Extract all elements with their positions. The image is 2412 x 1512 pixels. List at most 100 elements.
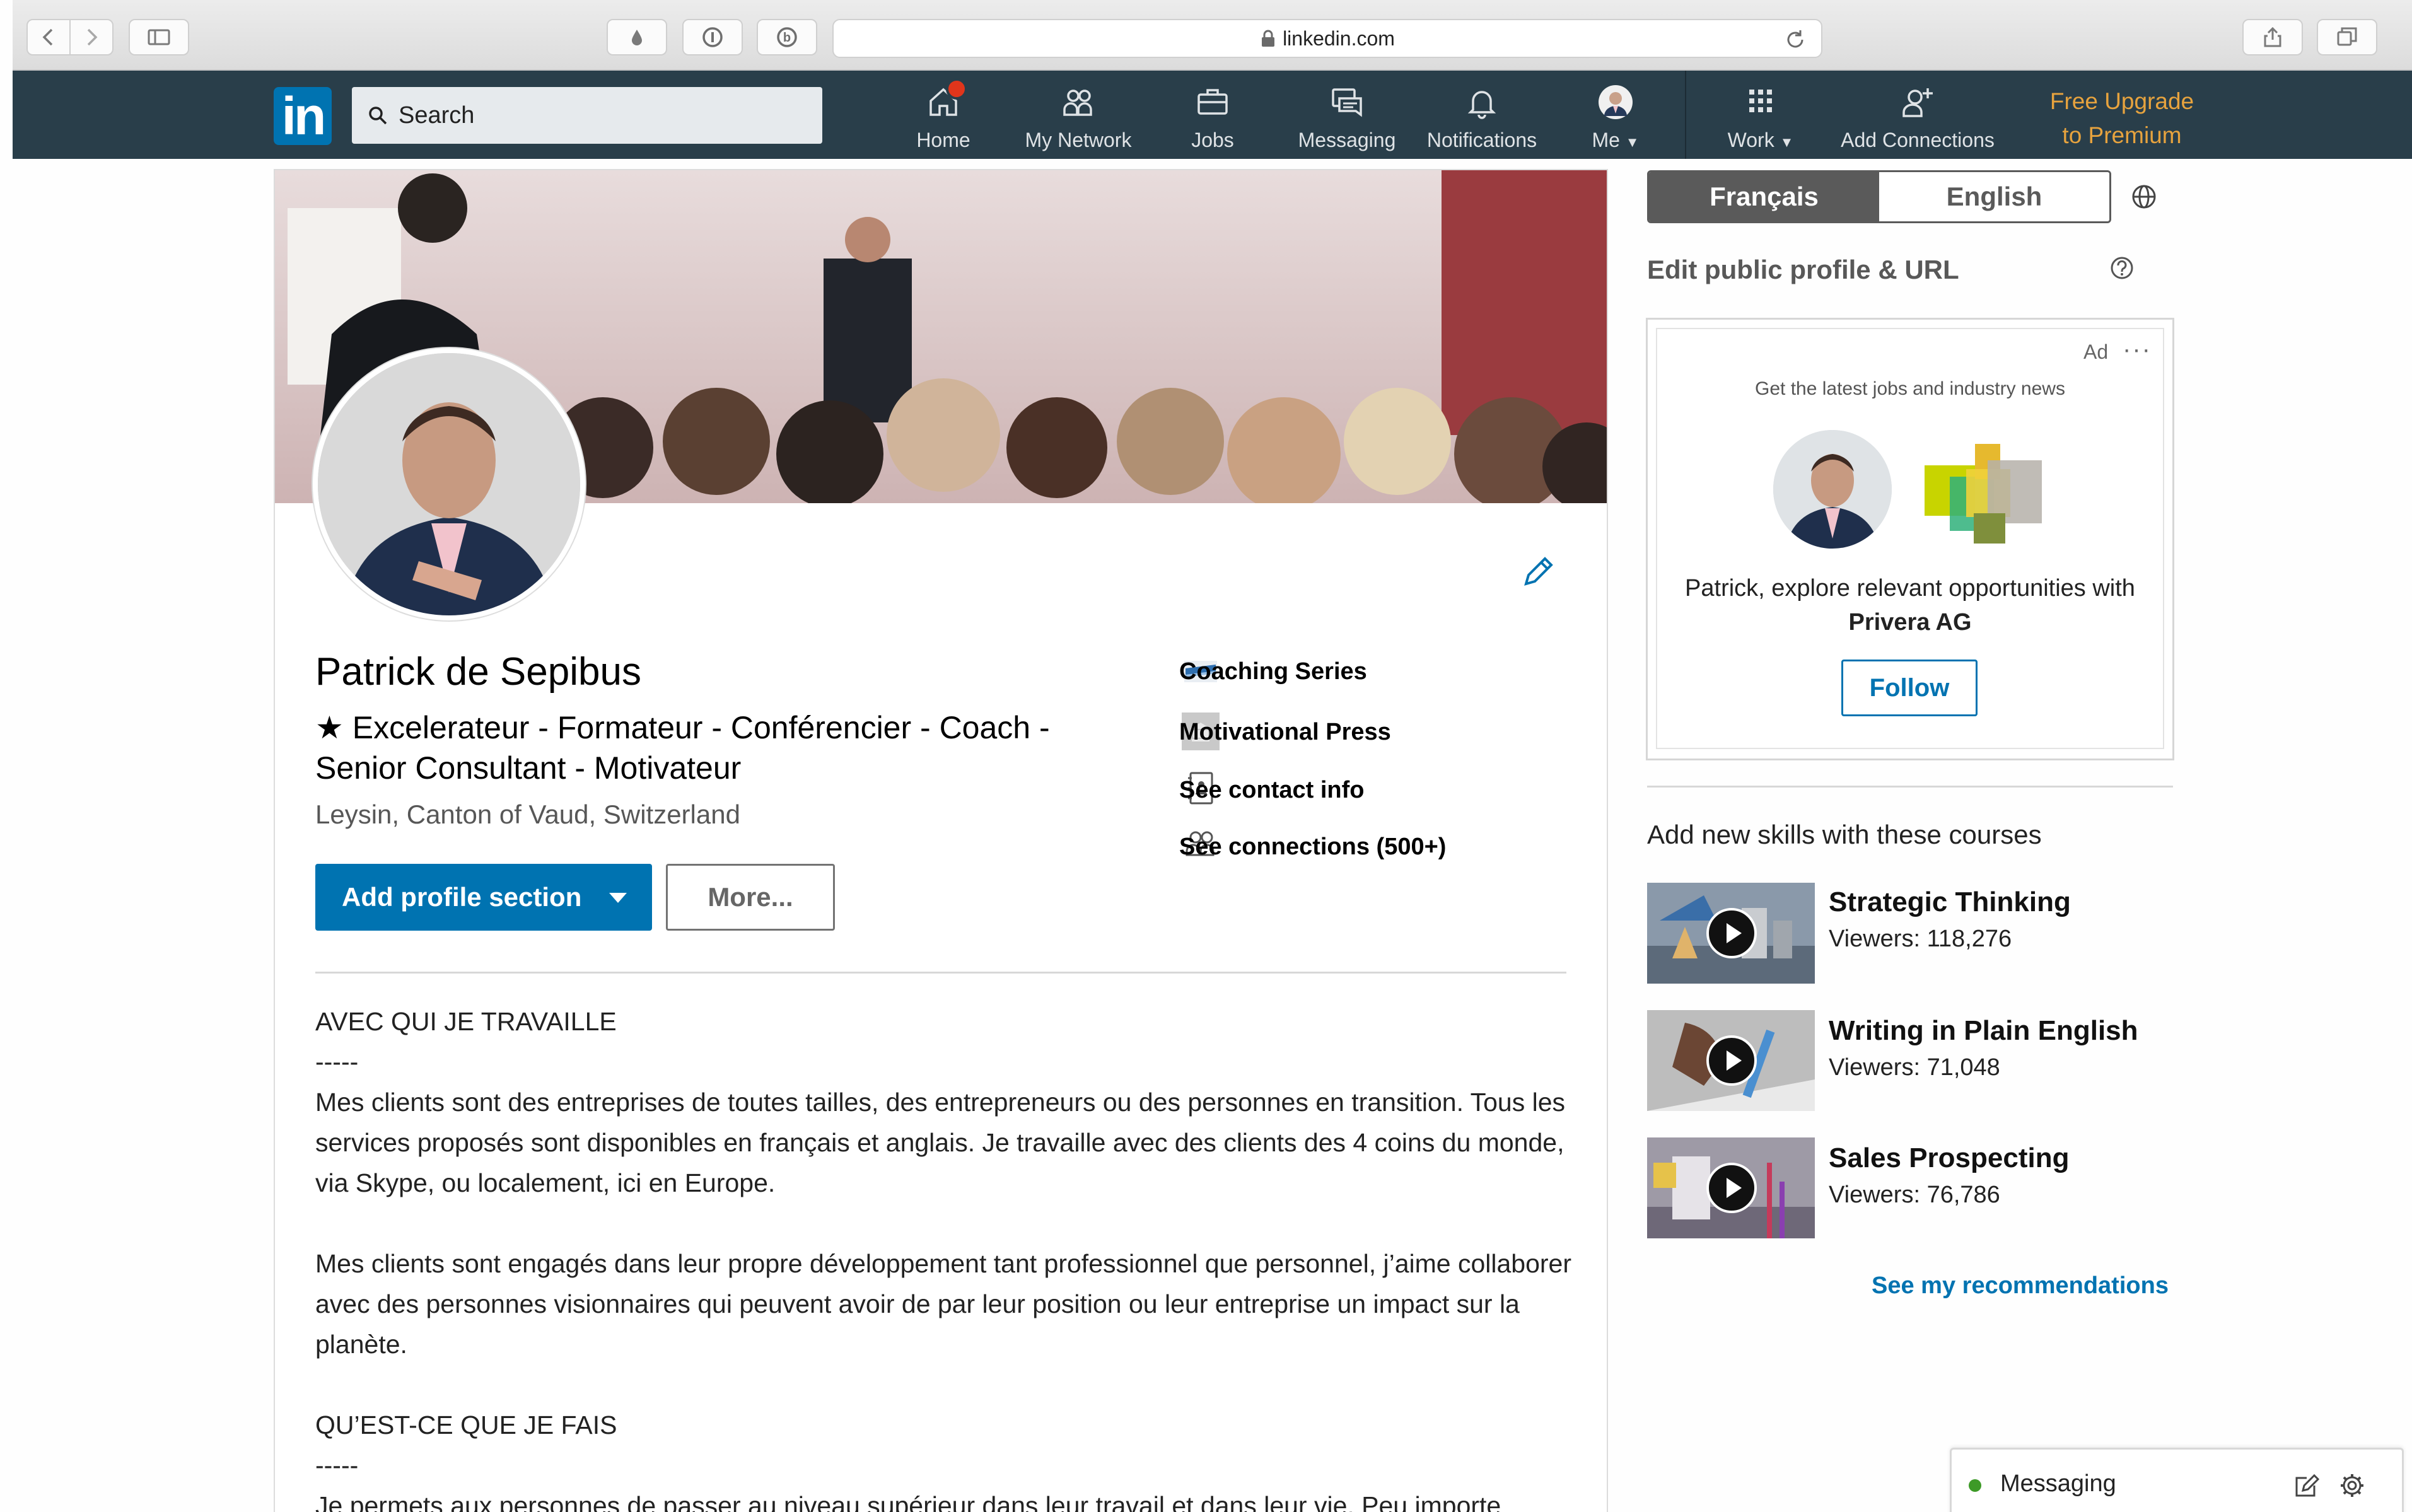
tabs-overview-button[interactable]	[2317, 19, 2377, 55]
extension-drop-button[interactable]	[607, 19, 667, 55]
course-viewers: Viewers: 118,276	[1829, 926, 2012, 952]
side-link-contact-info[interactable]: See contact info	[1179, 777, 1365, 804]
sidebar-icon	[148, 29, 170, 45]
window-edge	[0, 0, 13, 1512]
help-icon[interactable]	[2109, 255, 2135, 281]
caret-down-icon: ▼	[1625, 134, 1640, 150]
address-bar[interactable]: linkedin.com	[832, 19, 1822, 58]
play-icon[interactable]	[1706, 908, 1757, 958]
ad-company-name[interactable]: Privera AG	[1848, 609, 1971, 636]
summary-paragraph-1: Mes clients sont des entreprises de tout…	[315, 1088, 1566, 1197]
nav-work-text: Work	[1727, 129, 1774, 151]
course-title[interactable]: Sales Prospecting	[1829, 1143, 2069, 1174]
nav-add-connections[interactable]: Add Connections	[1832, 81, 2003, 155]
extension-b-button[interactable]: b	[757, 19, 817, 55]
linkedin-logo[interactable]: in	[274, 87, 332, 145]
gear-icon[interactable]	[2338, 1472, 2366, 1499]
course-viewers: Viewers: 71,048	[1829, 1054, 2000, 1081]
nav-work-label: Work ▼	[1728, 129, 1794, 152]
nav-my-network-label: My Network	[1025, 129, 1132, 151]
nav-messaging[interactable]: Messaging	[1295, 81, 1399, 155]
notification-badge	[946, 78, 967, 100]
course-viewers: Viewers: 76,786	[1829, 1182, 2000, 1208]
profile-photo[interactable]	[313, 348, 585, 620]
add-profile-section-button[interactable]: Add profile section	[315, 864, 652, 931]
language-option-french[interactable]: Français	[1649, 172, 1879, 221]
section-divider	[315, 972, 1566, 974]
nav-me-label: Me ▼	[1592, 129, 1639, 152]
nav-me[interactable]: Me ▼	[1584, 81, 1647, 155]
online-status-dot	[1969, 1479, 1981, 1492]
course-title[interactable]: Writing in Plain English	[1829, 1015, 2138, 1047]
nav-notifications[interactable]: Notifications	[1421, 81, 1542, 155]
follow-button[interactable]: Follow	[1841, 660, 1978, 716]
nav-home-label: Home	[916, 129, 970, 151]
edit-public-profile-link[interactable]: Edit public profile & URL	[1647, 255, 1959, 285]
messaging-panel-label[interactable]: Messaging	[2000, 1470, 2116, 1497]
nav-jobs[interactable]: Jobs	[1186, 81, 1240, 155]
ad-message: Patrick, explore relevant opportunities …	[1656, 571, 2164, 639]
nav-work[interactable]: Work ▼	[1723, 81, 1798, 155]
b-circle-icon: b	[777, 27, 797, 47]
nav-jobs-label: Jobs	[1191, 129, 1234, 151]
nav-divider	[1685, 71, 1686, 159]
summary-paragraph-2: Mes clients sont engagés dans leur propr…	[315, 1249, 1571, 1359]
forward-button[interactable]	[69, 19, 114, 55]
language-toggle: Français English	[1647, 170, 2111, 223]
see-recommendations-link[interactable]: See my recommendations	[1872, 1272, 2169, 1300]
sidebar-toggle-button[interactable]	[129, 19, 189, 55]
ad-member-photo	[1773, 430, 1892, 549]
summary-heading-2: QU’EST-CE QUE JE FAIS	[315, 1410, 617, 1439]
nav-notifications-label: Notifications	[1426, 129, 1537, 151]
chevron-right-icon	[87, 28, 98, 46]
premium-line-1: Free Upgrade	[2049, 88, 2194, 114]
drop-icon	[632, 30, 642, 45]
summary-paragraph-3: Je permets aux personnes de passer au ni…	[315, 1491, 1501, 1512]
messaging-icon	[1332, 88, 1362, 117]
premium-upgrade-link[interactable]: Free Upgrade to Premium	[2018, 84, 2226, 153]
edit-pencil-icon[interactable]	[1520, 552, 1558, 590]
more-button[interactable]: More...	[666, 864, 835, 931]
nav-me-text: Me	[1592, 129, 1620, 151]
chevron-left-icon	[42, 28, 53, 46]
url-text: linkedin.com	[1283, 26, 1395, 50]
language-option-english[interactable]: English	[1879, 172, 2109, 221]
play-icon[interactable]	[1706, 1035, 1757, 1086]
search-box[interactable]	[352, 87, 822, 144]
tabs-icon	[2337, 27, 2357, 46]
play-icon[interactable]	[1706, 1163, 1757, 1213]
svg-text:b: b	[783, 31, 791, 45]
lock-icon	[1262, 30, 1275, 47]
extension-password-button[interactable]	[682, 19, 743, 55]
search-input[interactable]	[399, 102, 802, 129]
ad-label: Ad	[2083, 340, 2109, 363]
profile-location: Leysin, Canton of Vaud, Switzerland	[315, 800, 740, 829]
compose-icon[interactable]	[2293, 1472, 2321, 1499]
briefcase-icon	[1197, 89, 1228, 115]
courses-heading: Add new skills with these courses	[1647, 820, 2042, 849]
side-link-connections[interactable]: See connections (500+)	[1179, 834, 1446, 861]
rail-divider	[1647, 786, 2173, 788]
share-icon	[2264, 26, 2281, 47]
caret-down-icon	[609, 893, 627, 903]
grid-icon	[1749, 90, 1772, 112]
nav-add-connections-label: Add Connections	[1841, 129, 1995, 151]
info-circle-icon	[702, 27, 723, 47]
back-button[interactable]	[26, 19, 71, 55]
privera-logo-icon	[1925, 444, 2042, 544]
add-person-icon	[1902, 88, 1933, 117]
ad-options-menu[interactable]: ···	[2123, 335, 2152, 364]
reload-icon[interactable]	[1783, 28, 1807, 52]
caret-down-icon: ▼	[1780, 134, 1794, 150]
summary-separator-1: -----	[315, 1047, 359, 1076]
profile-headline: ★ Excelerateur - Formateur - Conférencie…	[315, 710, 1050, 786]
share-button[interactable]	[2242, 19, 2303, 55]
globe-icon[interactable]	[2130, 183, 2158, 211]
side-link-motivational-press[interactable]: Motivational Press	[1179, 719, 1391, 746]
ad-tagline: Get the latest jobs and industry news	[1755, 378, 2065, 399]
side-link-coaching-series[interactable]: Coaching Series	[1179, 658, 1367, 685]
course-title[interactable]: Strategic Thinking	[1829, 887, 2071, 918]
nav-my-network[interactable]: My Network	[1017, 81, 1140, 155]
ad-member-portrait	[1773, 430, 1892, 549]
nav-home[interactable]: Home	[908, 81, 979, 155]
